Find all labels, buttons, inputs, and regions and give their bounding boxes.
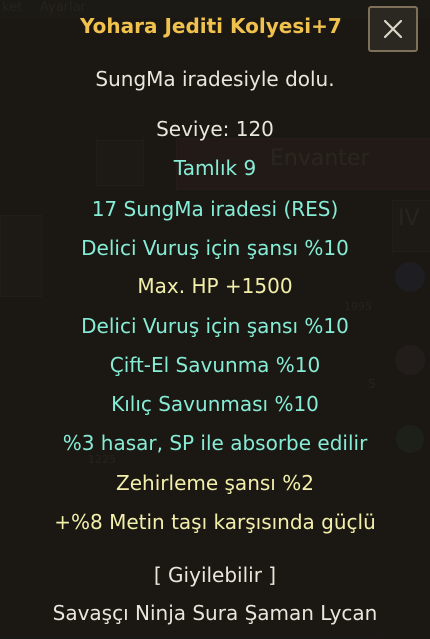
item-classes: Savaşçı Ninja Sura Şaman Lycan: [52, 601, 378, 625]
item-completeness: Tamlık 9: [173, 156, 257, 180]
item-sungma: 17 SungMa iradesi (RES): [91, 197, 339, 221]
item-attribute: +%8 Metin taşı karşısında güçlü: [54, 510, 376, 534]
item-wearable-note: [ Giyilebilir ]: [153, 563, 277, 587]
item-name: Yohara Jediti Kolyesi+7: [80, 14, 342, 38]
item-attribute: Kılıç Savunması %10: [111, 392, 319, 416]
close-icon: [383, 19, 403, 39]
item-attribute: Max. HP +1500: [137, 274, 293, 298]
item-description: SungMa iradesiyle dolu.: [95, 67, 335, 91]
item-level: Seviye: 120: [156, 117, 274, 141]
item-attribute: Zehirleme şansı %2: [116, 471, 314, 495]
close-button[interactable]: [368, 6, 418, 52]
item-attribute: Çift-El Savunma %10: [109, 353, 321, 377]
item-tooltip: Yohara Jediti Kolyesi+7 SungMa iradesiyl…: [0, 0, 430, 639]
item-attribute: Delici Vuruş için şansı %10: [81, 314, 349, 338]
item-attribute: %3 hasar, SP ile absorbe edilir: [62, 431, 368, 455]
item-attribute: Delici Vuruş için şansı %10: [81, 236, 349, 260]
